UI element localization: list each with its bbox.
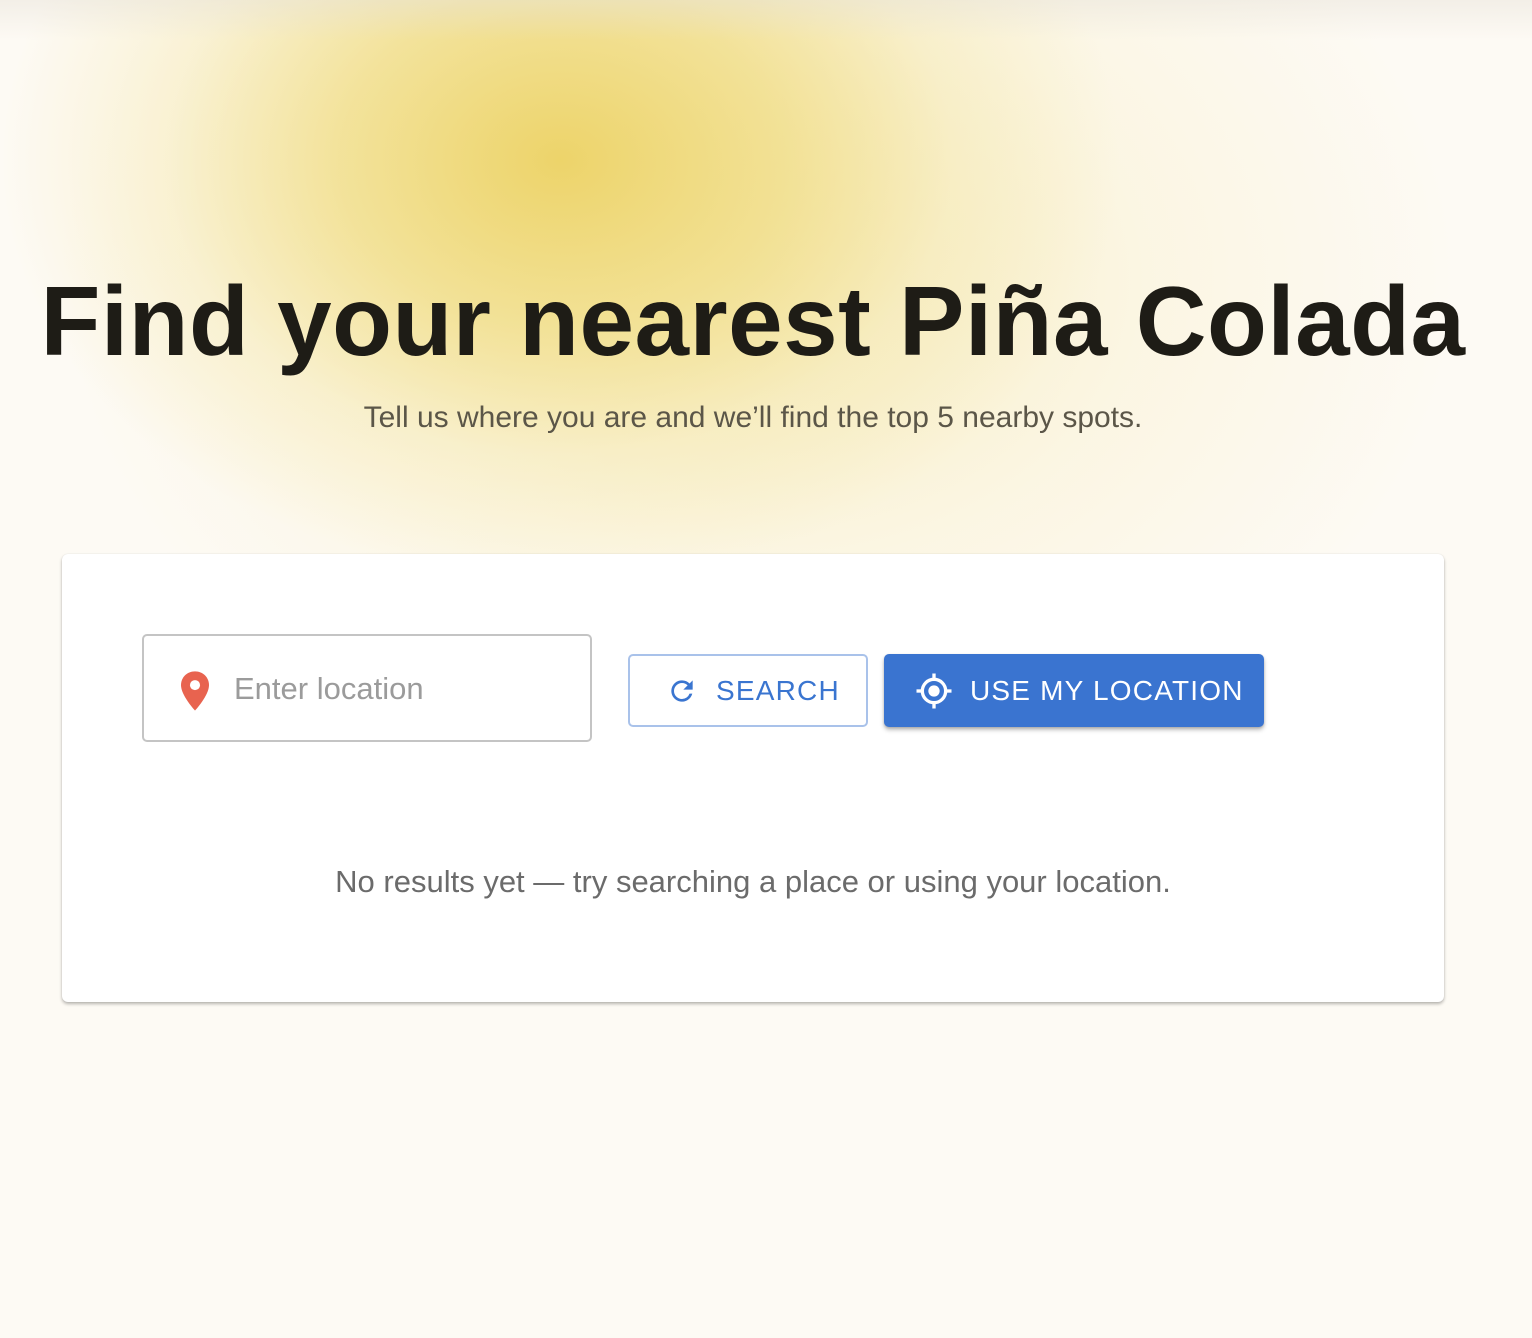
search-button-label: SEARCH (716, 674, 840, 706)
background-top-shade (0, 0, 1532, 40)
map-pin-icon (181, 671, 209, 711)
empty-results-message: No results yet — try searching a place o… (335, 864, 1171, 899)
location-input[interactable] (234, 660, 574, 718)
page-subtitle: Tell us where you are and we’ll find the… (363, 401, 1143, 434)
use-my-location-button[interactable]: USE MY LOCATION (884, 654, 1264, 727)
refresh-icon (671, 679, 693, 702)
use-my-location-label: USE MY LOCATION (970, 674, 1244, 706)
crosshair-icon (916, 673, 952, 708)
page-title: Find your nearest Piña Colada (40, 266, 1466, 376)
search-button[interactable]: SEARCH (628, 654, 868, 727)
location-field[interactable] (142, 634, 592, 742)
search-card: SEARCH USE MY LOCATION No results yet — … (62, 554, 1444, 1002)
